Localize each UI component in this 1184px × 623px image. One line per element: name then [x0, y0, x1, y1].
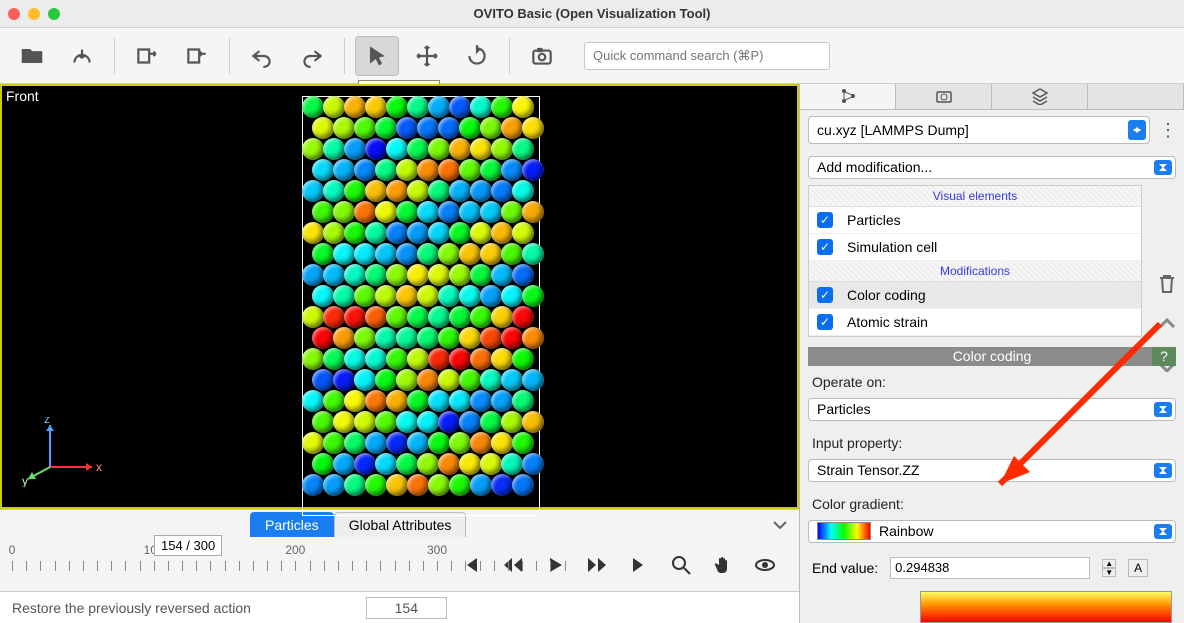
- export-out-button[interactable]: [125, 36, 169, 76]
- rotate-tool-button[interactable]: [455, 36, 499, 76]
- svg-text:x: x: [96, 460, 102, 474]
- move-tool-button[interactable]: [405, 36, 449, 76]
- visual-elements-header: Visual elements: [809, 186, 1141, 207]
- delete-modifier-icon[interactable]: [1156, 272, 1178, 296]
- move-up-icon[interactable]: [1157, 316, 1177, 332]
- frame-indicator[interactable]: 154 / 300: [154, 535, 222, 556]
- pipeline-panel: cu.xyz [LAMMPS Dump] ⋮ Add modification.…: [800, 84, 1184, 623]
- combo-handle-icon[interactable]: [1154, 463, 1172, 478]
- cursor-tool-button[interactable]: [355, 36, 399, 76]
- axis-gizmo-icon: x z y: [22, 417, 102, 487]
- combo-handle-icon[interactable]: [1128, 120, 1146, 140]
- modifier-editor-title: Color coding ?: [808, 347, 1176, 366]
- gradient-preview: [920, 591, 1172, 623]
- close-window-icon[interactable]: [8, 8, 20, 20]
- svg-text:y: y: [22, 474, 28, 487]
- layers-tab-icon[interactable]: [992, 84, 1088, 109]
- end-value-field[interactable]: 0.294838: [890, 557, 1090, 579]
- animation-timeline[interactable]: 0100200300 154 / 300: [0, 539, 799, 591]
- gradient-swatch-icon: [817, 522, 871, 540]
- pan-tool-icon[interactable]: [711, 553, 735, 577]
- list-item[interactable]: ✓ Particles: [809, 207, 1141, 234]
- checkbox-icon[interactable]: ✓: [817, 212, 833, 228]
- status-bar: Restore the previously reversed action 1…: [0, 591, 799, 623]
- spinner-buttons[interactable]: ▲▼: [1102, 559, 1116, 577]
- window-titlebar: OVITO Basic (Open Visualization Tool): [0, 0, 1184, 28]
- viewport-front[interactable]: Front x z y: [0, 84, 799, 509]
- operate-on-label: Operate on:: [812, 374, 1172, 390]
- combo-handle-icon[interactable]: [1154, 524, 1172, 539]
- play-button[interactable]: [543, 553, 567, 577]
- list-item[interactable]: ✓ Atomic strain: [809, 309, 1141, 336]
- main-toolbar: Redo [⇧⌘Z]: [0, 28, 1184, 84]
- combo-handle-icon[interactable]: [1154, 160, 1172, 175]
- help-button[interactable]: ?: [1152, 347, 1176, 366]
- step-forward-button[interactable]: [585, 553, 609, 577]
- checkbox-icon[interactable]: ✓: [817, 239, 833, 255]
- undo-button[interactable]: [240, 36, 284, 76]
- end-value-label: End value:: [812, 560, 878, 576]
- current-frame-field[interactable]: 154: [366, 597, 447, 619]
- open-file-button[interactable]: [10, 36, 54, 76]
- combo-handle-icon[interactable]: [1154, 402, 1172, 417]
- zoom-tool-icon[interactable]: [669, 553, 693, 577]
- operate-on-combo[interactable]: Particles: [808, 398, 1176, 421]
- pipeline-tab-icon[interactable]: [800, 84, 896, 109]
- svg-text:z: z: [44, 417, 50, 426]
- checkbox-icon[interactable]: ✓: [817, 314, 833, 330]
- data-source-combo[interactable]: cu.xyz [LAMMPS Dump]: [808, 116, 1150, 144]
- color-gradient-label: Color gradient:: [812, 496, 1172, 512]
- status-message: Restore the previously reversed action: [12, 600, 251, 616]
- window-title: OVITO Basic (Open Visualization Tool): [0, 6, 1184, 21]
- orbit-tool-icon[interactable]: [753, 553, 777, 577]
- render-tab-icon[interactable]: [896, 84, 992, 109]
- quick-command-search[interactable]: [584, 42, 830, 70]
- particle-cloud: [302, 96, 540, 516]
- color-gradient-combo[interactable]: Rainbow: [808, 520, 1176, 543]
- checkbox-icon[interactable]: ✓: [817, 287, 833, 303]
- minimize-window-icon[interactable]: [28, 8, 40, 20]
- add-modifier-combo[interactable]: Add modification...: [808, 156, 1176, 179]
- add-modifier-label: Add modification...: [817, 159, 932, 175]
- viewport-label: Front: [6, 88, 39, 104]
- goto-end-button[interactable]: [627, 553, 651, 577]
- modifications-header: Modifications: [809, 261, 1141, 282]
- source-more-icon[interactable]: ⋮: [1158, 120, 1178, 141]
- data-source-value: cu.xyz [LAMMPS Dump]: [817, 122, 969, 138]
- render-button[interactable]: [520, 36, 564, 76]
- export-in-button[interactable]: [175, 36, 219, 76]
- redo-button[interactable]: [290, 36, 334, 76]
- download-button[interactable]: [60, 36, 104, 76]
- pipeline-list: Visual elements ✓ Particles ✓ Simulation…: [808, 185, 1142, 337]
- input-property-label: Input property:: [812, 435, 1172, 451]
- list-item[interactable]: ✓ Color coding: [809, 282, 1141, 309]
- zoom-window-icon[interactable]: [48, 8, 60, 20]
- chevron-down-icon[interactable]: [771, 516, 789, 534]
- auto-range-button[interactable]: A: [1128, 559, 1148, 577]
- input-property-combo[interactable]: Strain Tensor.ZZ: [808, 459, 1176, 482]
- list-item[interactable]: ✓ Simulation cell: [809, 234, 1141, 261]
